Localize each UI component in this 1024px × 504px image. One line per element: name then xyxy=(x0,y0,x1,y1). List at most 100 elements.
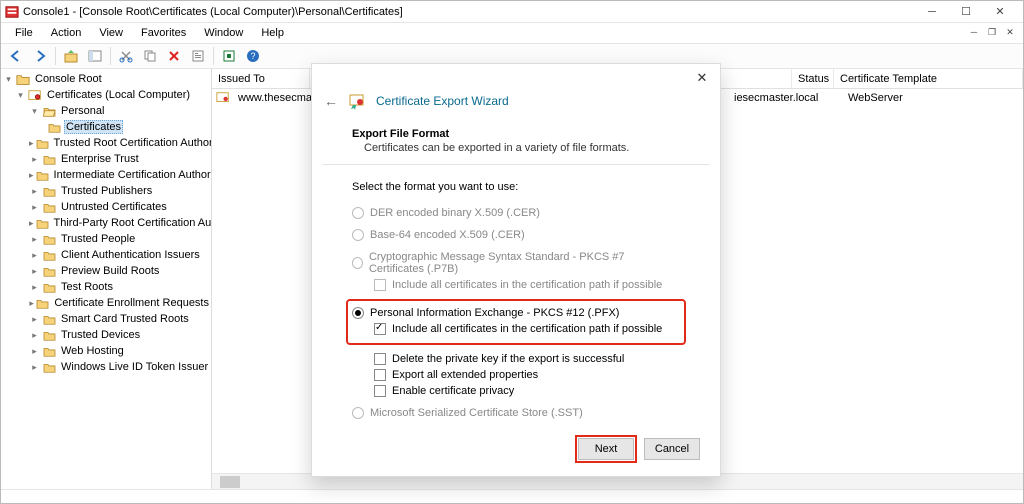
folder-icon xyxy=(42,232,56,246)
folder-icon xyxy=(16,72,30,86)
window-title: Console1 - [Console Root\Certificates (L… xyxy=(23,6,915,18)
close-button[interactable]: ✕ xyxy=(983,1,1017,23)
folder-icon xyxy=(36,296,49,310)
menu-favorites[interactable]: Favorites xyxy=(133,25,194,41)
folder-icon xyxy=(47,120,61,134)
chevron-right-icon[interactable]: ▸ xyxy=(29,266,40,277)
check-p7b-include: Include all certificates in the certific… xyxy=(352,277,680,293)
checkbox-icon[interactable] xyxy=(374,385,386,397)
cell-template: WebServer xyxy=(842,92,909,104)
refresh-button[interactable] xyxy=(218,45,240,67)
chevron-right-icon[interactable]: ▸ xyxy=(29,314,40,325)
tree-label: Trusted People xyxy=(59,233,137,245)
radio-sst: Microsoft Serialized Certificate Store (… xyxy=(352,405,680,421)
show-hide-tree-button[interactable] xyxy=(84,45,106,67)
chevron-right-icon[interactable]: ▸ xyxy=(29,202,40,213)
tree-folder[interactable]: ▸Trusted Devices xyxy=(1,327,211,343)
chevron-right-icon[interactable]: ▸ xyxy=(29,330,40,341)
chevron-right-icon[interactable]: ▸ xyxy=(29,234,40,245)
tree-personal[interactable]: ▾ Personal xyxy=(1,103,211,119)
properties-button[interactable] xyxy=(187,45,209,67)
cut-button[interactable] xyxy=(115,45,137,67)
menu-file[interactable]: File xyxy=(7,25,41,41)
check-pfx-include[interactable]: Include all certificates in the certific… xyxy=(352,321,680,337)
radio-icon xyxy=(352,407,364,419)
copy-button[interactable] xyxy=(139,45,161,67)
chevron-right-icon[interactable]: ▸ xyxy=(29,362,40,373)
wizard-lead: Select the format you want to use: xyxy=(352,181,680,193)
mdi-close-button[interactable]: ✕ xyxy=(1001,25,1019,39)
check-pfx-ext[interactable]: Export all extended properties xyxy=(352,367,680,383)
back-arrow-icon[interactable]: ← xyxy=(324,93,338,109)
tree-folder[interactable]: ▸Windows Live ID Token Issuer xyxy=(1,359,211,375)
column-partial2[interactable] xyxy=(720,69,792,88)
close-icon[interactable]: ✕ xyxy=(692,68,712,88)
tree-folder[interactable]: ▸Third-Party Root Certification Authorit… xyxy=(1,215,211,231)
up-button[interactable] xyxy=(60,45,82,67)
forward-button[interactable] xyxy=(29,45,51,67)
tree-folder[interactable]: ▸Trusted Root Certification Authorities xyxy=(1,135,211,151)
chevron-right-icon[interactable]: ▸ xyxy=(29,170,34,181)
chevron-right-icon[interactable]: ▸ xyxy=(29,346,40,357)
tree-certs-local[interactable]: ▾ Certificates (Local Computer) xyxy=(1,87,211,103)
chevron-right-icon[interactable]: ▸ xyxy=(29,282,40,293)
wizard-title: Certificate Export Wizard xyxy=(376,94,509,108)
cancel-button[interactable]: Cancel xyxy=(644,438,700,460)
tree-folder[interactable]: ▸Trusted Publishers xyxy=(1,183,211,199)
radio-icon xyxy=(352,207,364,219)
tree-folder[interactable]: ▸Intermediate Certification Authorities xyxy=(1,167,211,183)
minimize-button[interactable]: ─ xyxy=(915,1,949,23)
tree-folder[interactable]: ▸ Preview Build Roots xyxy=(1,263,211,279)
radio-pfx[interactable]: Personal Information Exchange - PKCS #12… xyxy=(352,305,680,321)
checkbox-icon[interactable] xyxy=(374,353,386,365)
tree-folder[interactable]: ▸Smart Card Trusted Roots xyxy=(1,311,211,327)
cell-issued-to: www.thesecmaster.l xyxy=(232,92,322,104)
tree-certificates[interactable]: Certificates xyxy=(1,119,211,135)
mdi-restore-button[interactable]: ❐ xyxy=(983,25,1001,39)
menu-window[interactable]: Window xyxy=(196,25,251,41)
tree-folder[interactable]: ▸ Client Authentication Issuers xyxy=(1,247,211,263)
maximize-button[interactable]: ☐ xyxy=(949,1,983,23)
chevron-right-icon[interactable]: ▸ xyxy=(29,154,40,165)
chevron-down-icon[interactable]: ▾ xyxy=(29,106,40,117)
svg-text:?: ? xyxy=(250,51,255,61)
back-button[interactable] xyxy=(5,45,27,67)
help-button[interactable]: ? xyxy=(242,45,264,67)
chevron-right-icon[interactable]: ▸ xyxy=(29,138,34,149)
chevron-right-icon[interactable]: ▸ xyxy=(29,186,40,197)
tree-folder[interactable]: ▸Enterprise Trust xyxy=(1,151,211,167)
radio-icon[interactable] xyxy=(352,307,364,319)
folder-icon xyxy=(36,216,49,230)
tree-folder[interactable]: ▸Untrusted Certificates xyxy=(1,199,211,215)
chevron-right-icon[interactable]: ▸ xyxy=(29,218,34,229)
tree-label: Web Hosting xyxy=(59,345,126,357)
column-template[interactable]: Certificate Template xyxy=(834,69,1023,88)
menu-action[interactable]: Action xyxy=(43,25,90,41)
tree-pane[interactable]: ▾ Console Root ▾ Certificates (Local Com… xyxy=(1,69,212,489)
column-issued-to[interactable]: Issued To xyxy=(212,69,310,88)
chevron-right-icon[interactable]: ▸ xyxy=(29,250,40,261)
mdi-minimize-button[interactable]: ─ xyxy=(965,25,983,39)
checkbox-icon[interactable] xyxy=(374,369,386,381)
check-pfx-delete[interactable]: Delete the private key if the export is … xyxy=(352,351,680,367)
menu-view[interactable]: View xyxy=(91,25,131,41)
tree-label: Personal xyxy=(59,105,106,117)
tree-console-root[interactable]: ▾ Console Root xyxy=(1,71,211,87)
checkbox-icon[interactable] xyxy=(374,323,386,335)
tree-label: Preview Build Roots xyxy=(59,265,161,277)
chevron-down-icon[interactable]: ▾ xyxy=(15,90,26,101)
chevron-right-icon[interactable]: ▸ xyxy=(29,298,34,309)
menu-help[interactable]: Help xyxy=(253,25,292,41)
check-pfx-privacy[interactable]: Enable certificate privacy xyxy=(352,383,680,399)
tree-folder[interactable]: ▸Certificate Enrollment Requests xyxy=(1,295,211,311)
tree-folder[interactable]: ▸ Web Hosting xyxy=(1,343,211,359)
chevron-down-icon[interactable]: ▾ xyxy=(3,74,14,85)
tree-label: Client Authentication Issuers xyxy=(59,249,202,261)
column-status[interactable]: Status xyxy=(792,69,834,88)
tree-label: Console Root xyxy=(33,73,104,85)
tree-folder[interactable]: ▸Test Roots xyxy=(1,279,211,295)
folder-icon xyxy=(42,264,56,278)
delete-button[interactable] xyxy=(163,45,185,67)
tree-folder[interactable]: ▸ Trusted People xyxy=(1,231,211,247)
next-button[interactable]: Next xyxy=(578,438,634,460)
